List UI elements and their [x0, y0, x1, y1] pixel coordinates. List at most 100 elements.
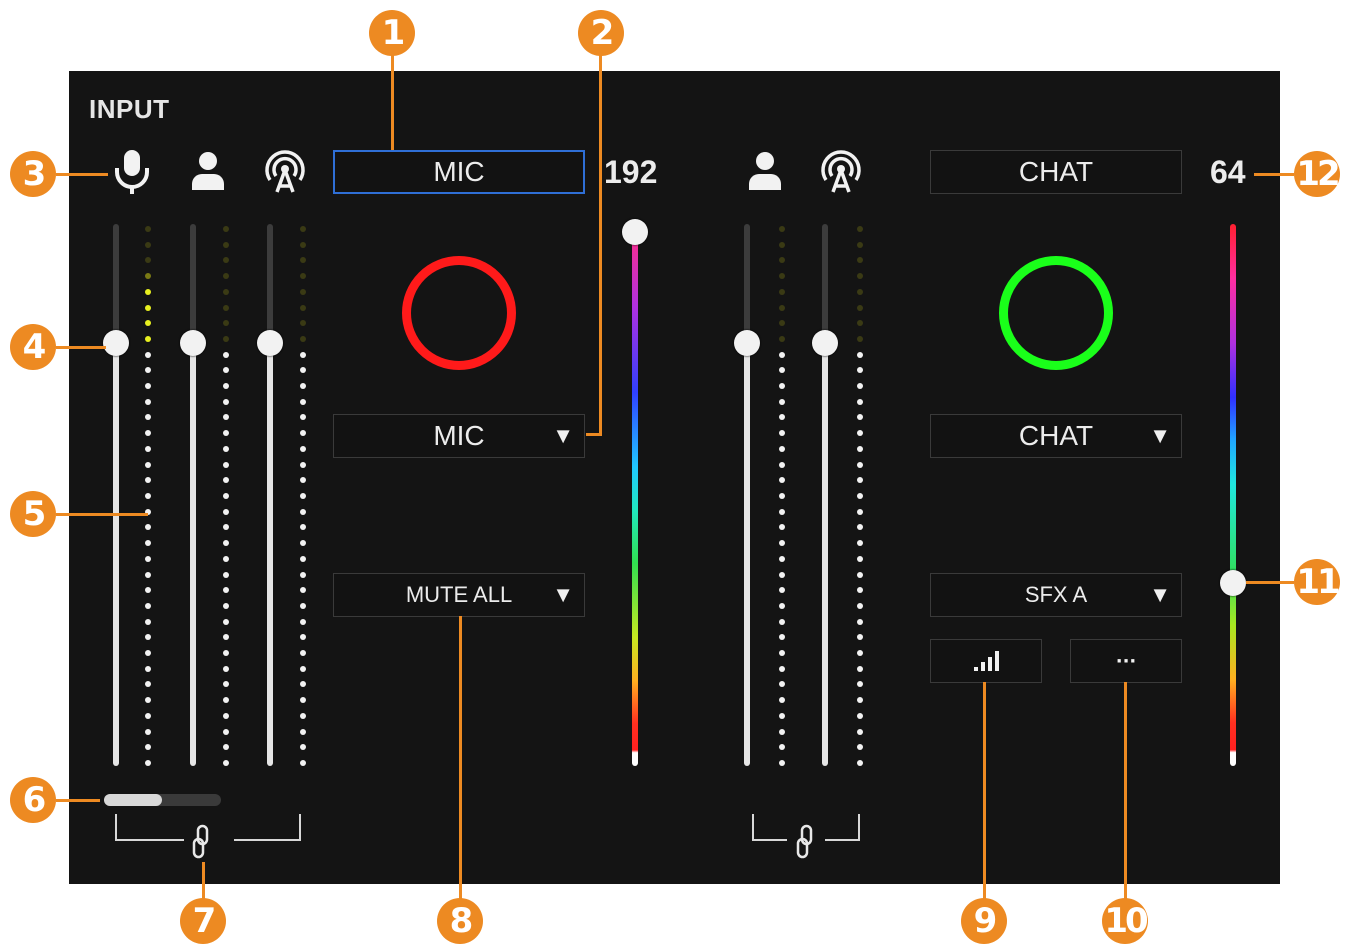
- meter-dot: [857, 445, 863, 452]
- meter-dot: [145, 304, 151, 311]
- callout-1-line: [391, 55, 394, 150]
- meter-dot: [223, 226, 229, 232]
- meter-dot: [857, 712, 863, 719]
- meter-dot: [857, 760, 863, 766]
- meter-dot: [779, 383, 785, 390]
- meter-dot: [857, 241, 863, 248]
- meter-dot: [779, 650, 785, 657]
- meter-dot: [145, 665, 151, 672]
- callout-4-line: [56, 346, 106, 349]
- meter-dot: [300, 351, 306, 358]
- callout-4: 4: [10, 324, 56, 370]
- meter-dot: [145, 493, 151, 499]
- monitor-fader-track-lower[interactable]: [190, 343, 196, 766]
- person-icon[interactable]: [746, 150, 784, 192]
- chat-source-label[interactable]: CHAT: [930, 150, 1182, 194]
- meter-dot: [857, 618, 863, 625]
- meter-dot: [300, 383, 306, 390]
- signal-bars-button[interactable]: [930, 639, 1042, 683]
- chat-source-text: CHAT: [1018, 156, 1094, 187]
- meter-dot: [779, 728, 785, 735]
- mic-source-label[interactable]: MIC: [333, 150, 585, 194]
- meter-dot: [223, 398, 229, 405]
- monitor-fader-track-upper[interactable]: [190, 224, 196, 344]
- callout-2: 2: [578, 10, 624, 56]
- chat-monitor-fader-track-lower[interactable]: [744, 343, 750, 766]
- meter-dot: [857, 383, 863, 390]
- broadcast-icon[interactable]: [818, 148, 864, 196]
- meter-dot: [857, 665, 863, 672]
- meter-dot: [300, 712, 306, 719]
- meter-dot: [857, 602, 863, 609]
- more-options-button[interactable]: ···: [1070, 639, 1182, 683]
- meter-dot: [300, 241, 306, 248]
- mute-all-dropdown[interactable]: MUTE ALL ▼: [333, 573, 585, 617]
- chat-stream-fader-track-lower[interactable]: [822, 343, 828, 766]
- meter-dot: [223, 383, 229, 390]
- meter-dot: [300, 665, 306, 672]
- meter-dot: [145, 602, 151, 609]
- link-icon[interactable]: [190, 824, 212, 860]
- sfx-dropdown-text: SFX A: [1024, 582, 1088, 607]
- meter-dot: [145, 226, 151, 232]
- sfx-dropdown[interactable]: SFX A ▼: [930, 573, 1182, 617]
- meter-dot: [145, 383, 151, 390]
- meter-dot: [779, 304, 785, 311]
- chat-source-dropdown[interactable]: CHAT ▼: [930, 414, 1182, 458]
- meter-dot: [223, 712, 229, 719]
- meter-dot: [145, 760, 151, 766]
- callout-10: 10: [1102, 898, 1149, 944]
- mic-fader-track-upper[interactable]: [113, 224, 119, 344]
- meter-dot: [223, 508, 229, 515]
- meter-dot: [857, 288, 863, 295]
- meter-dot: [300, 461, 306, 468]
- meter-dot: [779, 760, 785, 766]
- mic-volume-readout: 192: [604, 154, 658, 190]
- mic-volume-knob[interactable]: [622, 219, 648, 245]
- chat-volume-knob[interactable]: [1220, 570, 1246, 596]
- balance-slider-fill[interactable]: [104, 794, 162, 806]
- meter-dot: [223, 304, 229, 311]
- meter-dot: [857, 335, 863, 342]
- callout-6-line: [56, 799, 100, 802]
- meter-dot: [145, 398, 151, 405]
- meter-dot: [300, 398, 306, 405]
- meter-dot: [223, 602, 229, 609]
- meter-dot: [300, 493, 306, 499]
- meter-dot: [779, 226, 785, 232]
- person-icon[interactable]: [189, 150, 227, 192]
- callout-9-line: [983, 682, 986, 900]
- meter-dot: [779, 555, 785, 562]
- mic-volume-slider[interactable]: [632, 232, 638, 766]
- meter-dot: [779, 288, 785, 295]
- mic-fader-track-lower[interactable]: [113, 343, 119, 766]
- meter-dot: [145, 712, 151, 719]
- meter-dot: [779, 571, 785, 578]
- meter-dot: [857, 304, 863, 311]
- meter-dot: [223, 665, 229, 672]
- link-icon[interactable]: [794, 824, 816, 860]
- callout-10-line: [1124, 682, 1127, 900]
- meter-dot: [145, 571, 151, 578]
- broadcast-icon[interactable]: [262, 148, 308, 196]
- callout-11: 11: [1294, 559, 1341, 605]
- stream-fader-track-lower[interactable]: [267, 343, 273, 766]
- dropdown-caret-icon: ▼: [552, 582, 574, 607]
- meter-dot: [145, 650, 151, 657]
- meter-dot: [145, 618, 151, 625]
- callout-5-line: [56, 513, 148, 516]
- meter-dot: [779, 493, 785, 499]
- callout-9: 9: [961, 898, 1007, 944]
- chat-monitor-fader-track-upper[interactable]: [744, 224, 750, 344]
- chat-volume-slider[interactable]: [1230, 224, 1236, 766]
- chat-stream-fader-track-upper[interactable]: [822, 224, 828, 344]
- meter-dot: [779, 351, 785, 358]
- microphone-icon[interactable]: [110, 148, 154, 196]
- meter-dot: [779, 461, 785, 468]
- stream-fader-track-upper[interactable]: [267, 224, 273, 344]
- meter-dot: [300, 728, 306, 735]
- meter-dot: [300, 760, 306, 766]
- meter-dot: [223, 555, 229, 562]
- callout-8-line: [459, 616, 462, 900]
- mic-source-dropdown[interactable]: MIC ▼: [333, 414, 585, 458]
